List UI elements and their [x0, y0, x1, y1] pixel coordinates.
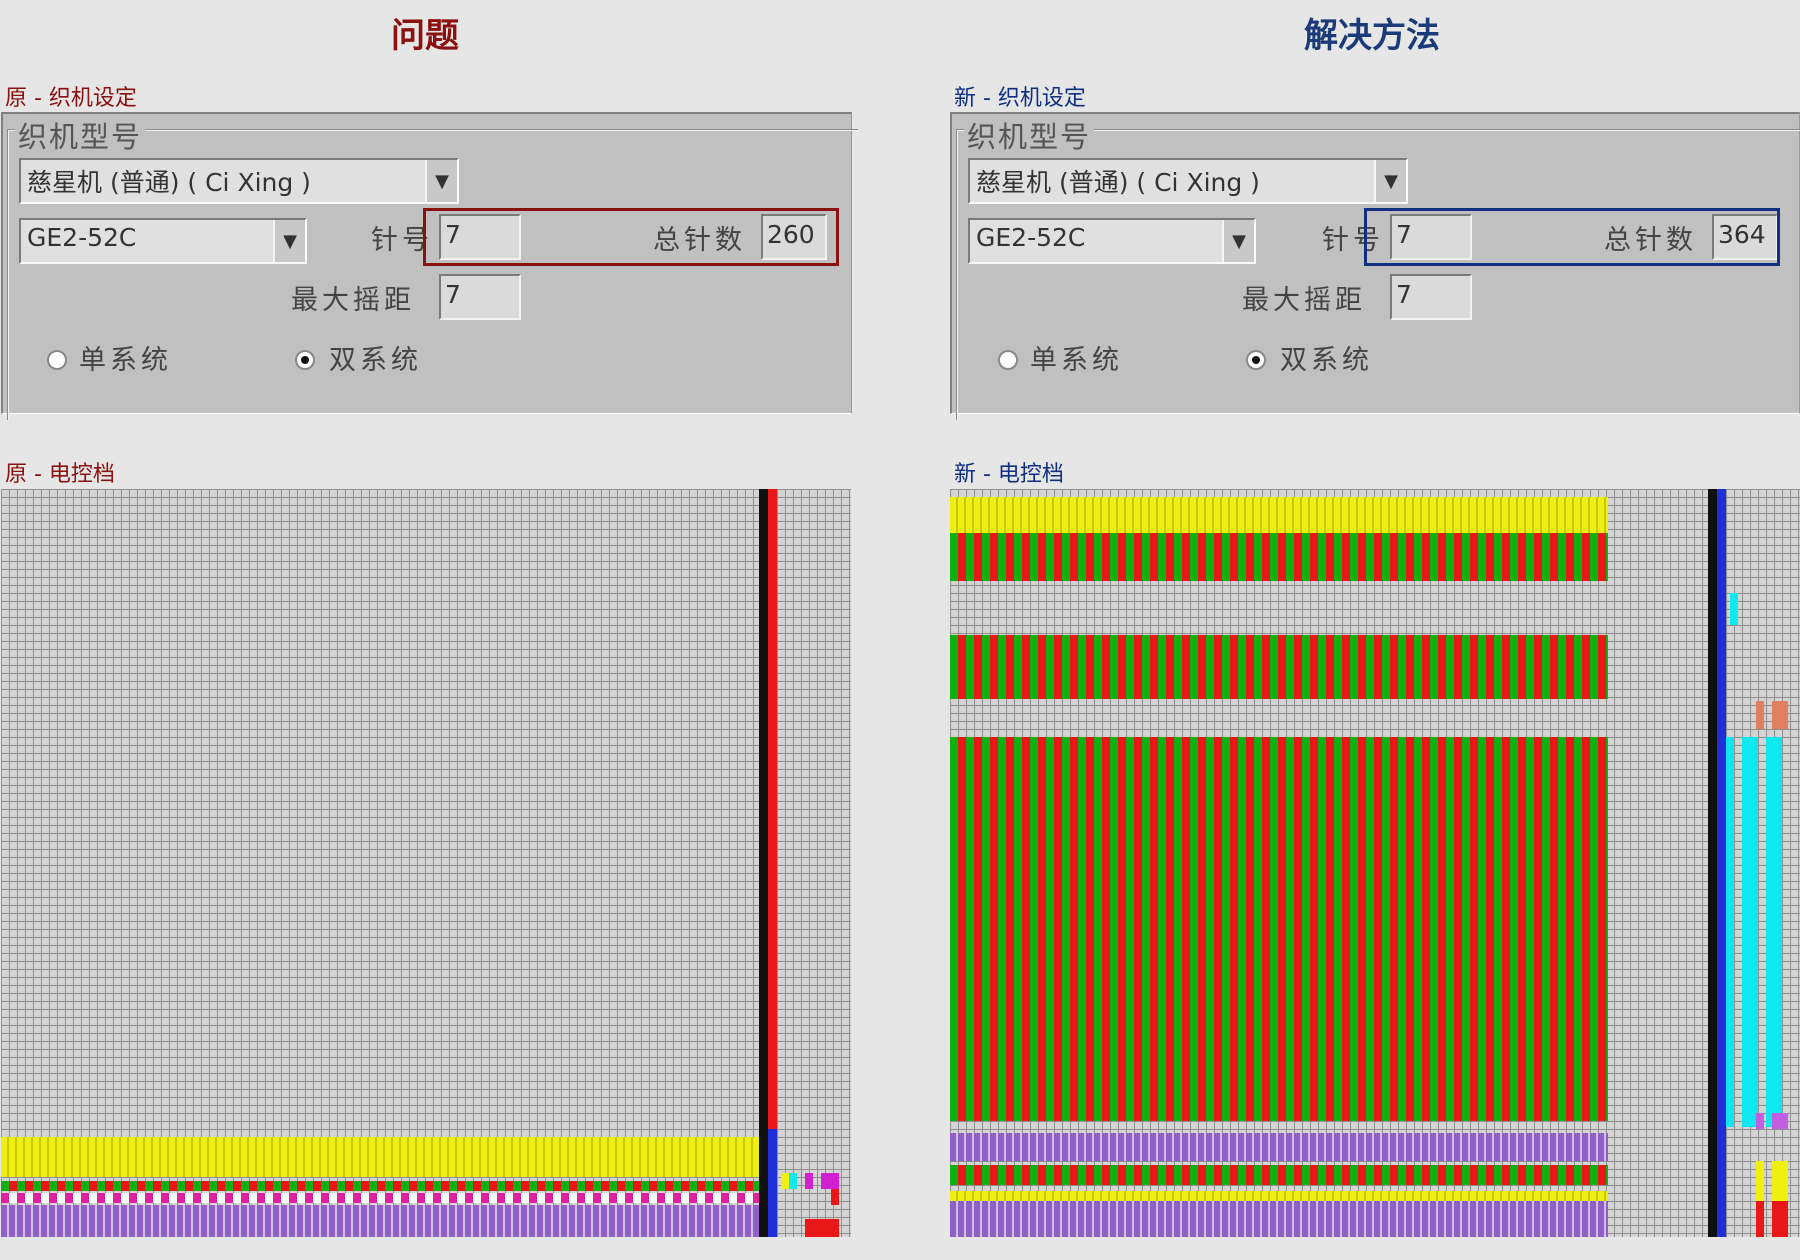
- left-red-block: [831, 1189, 839, 1205]
- left-dual-system-radio[interactable]: [295, 350, 315, 370]
- right-yellow-block: [1772, 1161, 1788, 1201]
- left-single-system-label: 单系统: [79, 345, 172, 376]
- solution-heading: 解决方法: [1304, 16, 1440, 56]
- right-model-select[interactable]: GE2-52C ▼: [968, 218, 1256, 264]
- left-purple-band: [1, 1205, 759, 1237]
- right-dual-system-label: 双系统: [1280, 345, 1373, 376]
- left-group-title: 织机型号: [15, 114, 146, 156]
- right-red-block: [1756, 1201, 1764, 1237]
- right-green-red-band: [950, 635, 1608, 699]
- right-machine-settings-label: 新 - 织机设定: [954, 86, 1086, 111]
- right-control-file-label: 新 - 电控档: [954, 462, 1064, 487]
- chevron-down-icon[interactable]: ▼: [1374, 160, 1406, 202]
- right-max-racking-label: 最大摇距: [1242, 285, 1366, 316]
- left-machine-settings-label: 原 - 织机设定: [5, 86, 137, 111]
- left-max-racking-label: 最大摇距: [291, 285, 415, 316]
- right-control-file-grid[interactable]: [950, 489, 1800, 1237]
- right-group-title: 织机型号: [964, 114, 1095, 156]
- left-red-block: [805, 1219, 839, 1237]
- left-green-red-band: [1, 1181, 759, 1191]
- right-blue-column: [1717, 489, 1726, 1237]
- right-purple-band: [950, 1133, 1608, 1161]
- right-magenta-block: [1756, 1113, 1764, 1129]
- right-orange-block: [1772, 701, 1788, 729]
- left-machine-type-value: 慈星机 (普通) ( Ci Xing ): [27, 168, 311, 197]
- left-max-racking-input[interactable]: 7: [439, 274, 521, 320]
- left-magenta-block: [821, 1173, 839, 1189]
- left-single-system-radio[interactable]: [47, 350, 67, 370]
- right-yellow-band: [950, 497, 1608, 533]
- left-blue-column: [768, 1129, 777, 1237]
- left-highlight-box: [423, 208, 839, 266]
- left-red-column: [768, 489, 777, 1129]
- left-pink-band: [1, 1193, 759, 1203]
- left-model-select[interactable]: GE2-52C ▼: [19, 218, 307, 264]
- right-machine-settings-panel: 织机型号 慈星机 (普通) ( Ci Xing ) ▼ GE2-52C ▼ 针号…: [950, 112, 1800, 420]
- problem-heading: 问题: [391, 16, 459, 56]
- chevron-down-icon[interactable]: ▼: [273, 220, 305, 262]
- left-yellow-block: [781, 1173, 789, 1189]
- right-yellow-block: [1756, 1161, 1764, 1201]
- right-orange-block: [1756, 701, 1764, 729]
- left-dual-system-label: 双系统: [329, 345, 422, 376]
- radio-selected-dot: [1252, 356, 1260, 364]
- right-cyan-bar: [1742, 737, 1758, 1127]
- left-control-file-label: 原 - 电控档: [5, 462, 115, 487]
- right-highlight-box: [1364, 208, 1780, 266]
- right-cyan-block: [1730, 593, 1738, 625]
- right-single-system-radio[interactable]: [998, 350, 1018, 370]
- right-red-block: [1772, 1201, 1788, 1237]
- right-max-racking-input[interactable]: 7: [1390, 274, 1472, 320]
- left-yellow-band: [1, 1137, 759, 1177]
- left-black-column: [759, 489, 768, 1237]
- right-black-column: [1708, 489, 1717, 1237]
- right-machine-type-select[interactable]: 慈星机 (普通) ( Ci Xing ) ▼: [968, 158, 1408, 204]
- right-machine-type-value: 慈星机 (普通) ( Ci Xing ): [976, 168, 1260, 197]
- chevron-down-icon[interactable]: ▼: [425, 160, 457, 202]
- left-model-value: GE2-52C: [27, 223, 137, 252]
- right-model-value: GE2-52C: [976, 223, 1086, 252]
- left-magenta-block: [805, 1173, 813, 1189]
- left-machine-type-select[interactable]: 慈星机 (普通) ( Ci Xing ) ▼: [19, 158, 459, 204]
- left-control-file-grid[interactable]: [1, 489, 851, 1237]
- chevron-down-icon[interactable]: ▼: [1222, 220, 1254, 262]
- radio-selected-dot: [301, 356, 309, 364]
- right-dual-system-radio[interactable]: [1246, 350, 1266, 370]
- right-single-system-label: 单系统: [1030, 345, 1123, 376]
- right-green-red-band: [950, 533, 1608, 581]
- right-yellow-band: [950, 1191, 1608, 1201]
- right-cyan-bar: [1766, 737, 1782, 1127]
- right-green-red-band: [950, 737, 1608, 1121]
- left-cyan-block: [789, 1173, 797, 1189]
- right-cyan-bar: [1726, 737, 1734, 1127]
- right-purple-band: [950, 1201, 1608, 1237]
- right-green-red-band: [950, 1165, 1608, 1185]
- left-machine-settings-panel: 织机型号 慈星机 (普通) ( Ci Xing ) ▼ GE2-52C ▼ 针号…: [1, 112, 858, 420]
- right-magenta-block: [1772, 1113, 1788, 1129]
